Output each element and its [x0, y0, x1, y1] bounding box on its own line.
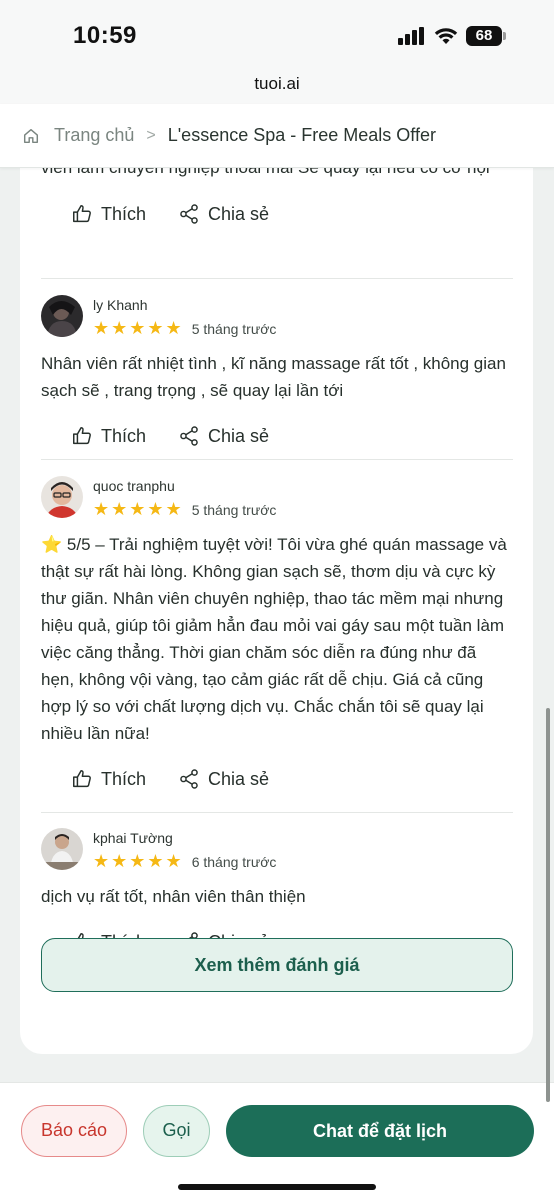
review-time: 5 tháng trước: [191, 320, 277, 337]
review-actions: Thích Chia sẻ: [41, 199, 513, 229]
rating: ★★★★★ 6 tháng trước: [93, 851, 276, 872]
star-rating: ★★★★★: [93, 499, 184, 519]
star-rating: ★★★★★: [93, 851, 184, 871]
review-text: dịch vụ rất tốt, nhân viên thân thiện: [41, 887, 306, 906]
review-actions: Thích Chia sẻ: [41, 421, 513, 451]
avatar: [41, 828, 83, 870]
battery-level: 68: [466, 26, 502, 46]
avatar: [41, 476, 83, 518]
like-button[interactable]: Thích: [71, 425, 146, 447]
breadcrumb-separator: >: [146, 126, 156, 144]
review-item: ly Khanh ★★★★★ 5 tháng trước Nhân viên r…: [41, 295, 513, 451]
like-label: Thích: [101, 203, 147, 224]
review-time: 6 tháng trước: [191, 853, 277, 870]
signal-icon: [398, 27, 424, 45]
like-button[interactable]: Thích: [71, 768, 146, 790]
rating: ★★★★★ 5 tháng trước: [93, 318, 276, 339]
review-text: viên làm chuyên nghiệp thoải mái Sẽ quay…: [41, 168, 513, 181]
home-indicator: [178, 1184, 376, 1190]
share-button[interactable]: Chia sẻ: [178, 203, 269, 225]
divider: [41, 459, 513, 460]
report-button[interactable]: Báo cáo: [21, 1105, 127, 1157]
breadcrumb-home[interactable]: Trang chủ: [54, 125, 134, 146]
scrollbar[interactable]: [546, 708, 550, 1102]
wifi-icon: [434, 28, 458, 44]
reviewer-name: quoc tranphu: [93, 478, 175, 494]
review-item: quoc tranphu ★★★★★ 5 tháng trước ⭐ 5/5 –…: [41, 476, 513, 794]
share-label: Chia sẻ: [208, 425, 270, 446]
like-label: Thích: [101, 768, 147, 789]
star-rating: ★★★★★: [93, 318, 184, 338]
share-icon: [180, 204, 198, 224]
breadcrumb-current: L'essence Spa - Free Meals Offer: [167, 125, 436, 145]
share-button[interactable]: Chia sẻ: [178, 768, 269, 790]
chat-booking-button[interactable]: Chat để đặt lịch: [226, 1105, 534, 1157]
review-text: ⭐ 5/5 – Trải nghiệm tuyệt vời! Tôi vừa g…: [41, 535, 507, 743]
status-icons: 68: [398, 26, 506, 46]
share-label: Chia sẻ: [208, 203, 270, 224]
rating: ★★★★★ 5 tháng trước: [93, 499, 276, 520]
more-reviews-button[interactable]: Xem thêm đánh giá: [41, 938, 513, 992]
divider: [41, 812, 513, 813]
share-icon: [180, 426, 198, 446]
status-time: 10:59: [73, 22, 137, 49]
like-label: Thích: [101, 425, 147, 446]
home-icon[interactable]: [22, 127, 40, 145]
reviewer-header: quoc tranphu ★★★★★ 5 tháng trước: [41, 476, 513, 520]
thumbs-up-icon: [73, 770, 91, 788]
bottom-action-bar: Báo cáo Gọi Chat để đặt lịch: [0, 1082, 554, 1200]
reviewer-name: ly Khanh: [93, 297, 148, 313]
breadcrumb: Trang chủ > L'essence Spa - Free Meals O…: [0, 104, 554, 168]
share-icon: [180, 769, 198, 789]
battery-icon: 68: [466, 26, 506, 46]
reviews-section: viên làm chuyên nghiệp thoải mái Sẽ quay…: [0, 168, 554, 1082]
review-actions: Thích Chia sẻ: [41, 764, 513, 794]
call-button[interactable]: Gọi: [143, 1105, 210, 1157]
reviews-card: viên làm chuyên nghiệp thoải mái Sẽ quay…: [20, 168, 533, 1054]
like-button[interactable]: Thích: [71, 203, 146, 225]
reviewer-name: kphai Tường: [93, 830, 173, 846]
review-time: 5 tháng trước: [191, 501, 277, 518]
share-button[interactable]: Chia sẻ: [178, 425, 269, 447]
share-label: Chia sẻ: [208, 768, 270, 789]
review-item: viên làm chuyên nghiệp thoải mái Sẽ quay…: [41, 168, 513, 229]
status-bar: 10:59 68: [0, 0, 554, 70]
divider: [41, 278, 513, 279]
reviewer-header: kphai Tường ★★★★★ 6 tháng trước: [41, 828, 513, 872]
review-text: Nhân viên rất nhiệt tình , kĩ năng massa…: [41, 354, 506, 400]
url-bar[interactable]: tuoi.ai: [0, 70, 554, 104]
thumbs-up-icon: [73, 205, 91, 223]
thumbs-up-icon: [73, 427, 91, 445]
avatar: [41, 295, 83, 337]
reviewer-header: ly Khanh ★★★★★ 5 tháng trước: [41, 295, 513, 339]
